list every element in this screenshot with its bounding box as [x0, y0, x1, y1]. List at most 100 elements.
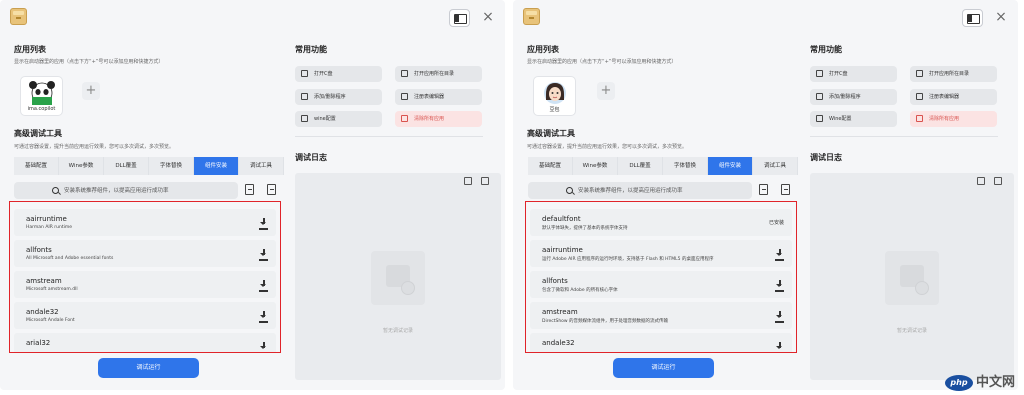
close-button[interactable]: ×: [992, 7, 1010, 27]
search-input[interactable]: [578, 182, 778, 199]
download-icon[interactable]: [259, 280, 268, 290]
package-item: allfonts All Microsoft and Adobe essenti…: [14, 240, 276, 267]
download-icon[interactable]: [775, 311, 784, 321]
package-list: aairruntime Harman AIR runtime allfonts …: [9, 201, 281, 353]
search-icon: [566, 187, 573, 194]
package-item: defaultfont 默认字体缺失，提供了基本的系统字体支持 已安装: [530, 209, 792, 236]
package-item: aairruntime Harman AIR runtime: [14, 209, 276, 236]
debug-log-title: 调试日志: [810, 153, 842, 162]
package-desc: 默认字体缺失，提供了基本的系统字体支持: [542, 226, 628, 231]
package-name: allfonts: [26, 246, 52, 254]
export-icon[interactable]: [781, 184, 790, 195]
clear-log-icon[interactable]: [994, 177, 1002, 185]
save-log-icon[interactable]: [977, 177, 985, 185]
launcher-window-left: × 应用列表 显示在启动器里的应用（点击下方“+”号可以添加应用和快捷方式） i…: [0, 0, 505, 390]
tab-dll-override[interactable]: DLL覆盖: [104, 157, 149, 175]
tab-basic-config[interactable]: 基础配置: [528, 157, 573, 175]
wine-config-button[interactable]: Wine配置: [810, 111, 897, 127]
add-remove-programs-button[interactable]: 添加/删除程序: [810, 89, 897, 105]
wine-config-button[interactable]: wine配置: [295, 111, 382, 127]
export-icon[interactable]: [267, 184, 276, 195]
app-card-doubao[interactable]: 豆包: [533, 76, 576, 116]
advanced-tools-desc: 可通过容器设置，提升当前应用运行效果，您可以多次调试，多次预览。: [14, 144, 175, 150]
debug-run-button[interactable]: 调试运行: [613, 358, 714, 378]
tab-wine-params[interactable]: Wine参数: [59, 157, 104, 175]
download-icon[interactable]: [259, 342, 268, 352]
package-item: andale32 Microsoft Andale Font: [14, 302, 276, 329]
package-desc: Harman AIR runtime: [26, 225, 73, 230]
package-name: aairruntime: [26, 215, 67, 223]
debug-run-button[interactable]: 调试运行: [98, 358, 199, 378]
debug-log-panel: 暂无调试记录: [810, 173, 1014, 380]
debug-log-panel: 暂无调试记录: [295, 173, 501, 380]
download-icon[interactable]: [775, 342, 784, 352]
open-c-drive-button[interactable]: 打开C盘: [295, 66, 382, 82]
import-icon[interactable]: [759, 184, 768, 195]
tab-dll-override[interactable]: DLL覆盖: [618, 157, 663, 175]
download-icon[interactable]: [259, 311, 268, 321]
tab-font-replace[interactable]: 字体替换: [663, 157, 708, 175]
import-icon[interactable]: [245, 184, 254, 195]
registry-editor-button[interactable]: 注册表编辑器: [395, 89, 482, 105]
programs-icon: [816, 93, 823, 100]
download-icon[interactable]: [775, 249, 784, 259]
download-icon[interactable]: [775, 280, 784, 290]
package-desc: All Microsoft and Adobe essential fonts: [26, 256, 114, 261]
common-functions-title: 常用功能: [295, 45, 327, 54]
app-name: 豆包: [549, 107, 560, 113]
registry-editor-button[interactable]: 注册表编辑器: [910, 89, 997, 105]
tab-wine-params[interactable]: Wine参数: [573, 157, 618, 175]
app-list-desc: 显示在启动器里的应用（点击下方“+”号可以添加应用和快捷方式）: [14, 59, 164, 65]
close-button[interactable]: ×: [479, 7, 497, 27]
package-name: allfonts: [542, 277, 568, 285]
title-bar: ×: [0, 0, 505, 36]
tab-debug-tools[interactable]: 调试工具: [753, 157, 798, 175]
sidebar-toggle-icon[interactable]: [449, 9, 470, 27]
package-item: aairruntime 运行 Adobe AIR 应用程序的运行时环境，支持基于…: [530, 240, 792, 267]
advanced-tools-title: 高级调试工具: [14, 129, 62, 138]
empty-log-text: 暂无调试记录: [896, 328, 927, 334]
app-list-desc: 显示在启动器里的应用（点击下方“+”号可以添加应用和快捷方式）: [527, 59, 677, 65]
add-remove-programs-button[interactable]: 添加/删除程序: [295, 89, 382, 105]
launcher-window-right: × 应用列表 显示在启动器里的应用（点击下方“+”号可以添加应用和快捷方式） 豆…: [513, 0, 1018, 390]
advanced-tools-desc: 可通过容器设置，提升当前应用运行效果，您可以多次调试，多次预览。: [527, 144, 688, 150]
app-logo-icon: [523, 8, 540, 25]
open-app-dir-button[interactable]: 打开应用所在目录: [395, 66, 482, 82]
tab-font-replace[interactable]: 字体替换: [149, 157, 194, 175]
clear-all-apps-button[interactable]: 清除所有应用: [395, 111, 482, 127]
advanced-tools-title: 高级调试工具: [527, 129, 575, 138]
app-list-title: 应用列表: [14, 45, 46, 54]
divider: [295, 136, 483, 137]
tab-component-install[interactable]: 组件安装: [708, 157, 753, 175]
package-item: allfonts 包含了微软和 Adobe 的所有核心字体: [530, 271, 792, 298]
tab-component-install[interactable]: 组件安装: [194, 157, 239, 175]
wine-icon: [816, 115, 823, 122]
tab-basic-config[interactable]: 基础配置: [14, 157, 59, 175]
empty-log-text: 暂无调试记录: [382, 328, 413, 334]
app-card-ima-copilot[interactable]: ima.copilot: [20, 76, 63, 116]
sidebar-toggle-icon[interactable]: [962, 9, 983, 27]
watermark-text: 中文网: [976, 375, 1016, 390]
common-functions-title: 常用功能: [810, 45, 842, 54]
add-app-button[interactable]: +: [82, 82, 100, 100]
tab-debug-tools[interactable]: 调试工具: [239, 157, 284, 175]
trash-icon: [916, 115, 923, 122]
empty-log-illustration: [885, 251, 939, 305]
add-app-button[interactable]: +: [597, 82, 615, 100]
clear-all-apps-button[interactable]: 清除所有应用: [910, 111, 997, 127]
search-bar[interactable]: [528, 182, 778, 199]
empty-log-illustration: [371, 251, 425, 305]
app-name: ima.copilot: [27, 106, 56, 112]
open-app-dir-button[interactable]: 打开应用所在目录: [910, 66, 997, 82]
app-list-title: 应用列表: [527, 45, 559, 54]
package-item: andale32: [530, 333, 792, 352]
save-log-icon[interactable]: [464, 177, 472, 185]
download-icon[interactable]: [259, 218, 268, 228]
download-icon[interactable]: [259, 249, 268, 259]
doubao-avatar-icon: [544, 82, 566, 104]
open-c-drive-button[interactable]: 打开C盘: [810, 66, 897, 82]
clear-log-icon[interactable]: [481, 177, 489, 185]
search-input[interactable]: [64, 182, 264, 199]
search-bar[interactable]: [14, 182, 264, 199]
package-desc: Microsoft amstream.dll: [26, 287, 78, 292]
